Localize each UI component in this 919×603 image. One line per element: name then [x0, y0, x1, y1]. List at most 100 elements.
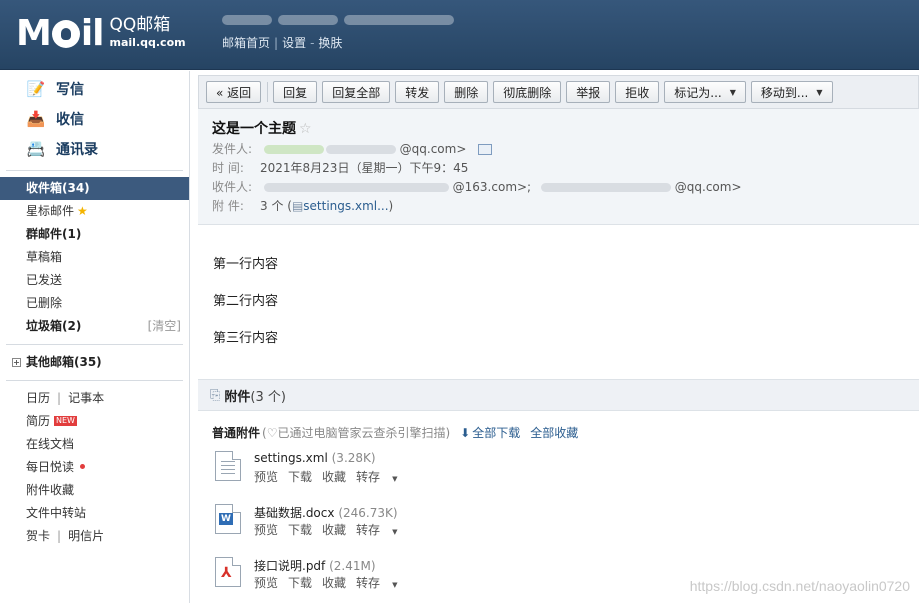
sidebar-item-sent[interactable]: 已发送: [0, 269, 189, 292]
attachment-label: 附 件:: [212, 199, 244, 213]
to-address-2[interactable]: @qq.com>: [675, 180, 742, 194]
attachment-item: W 基础数据.docx (246.73K) 预览 下载 收藏 转存 ▼: [212, 500, 905, 550]
preview-link[interactable]: 预览: [254, 523, 278, 537]
mail-home-link[interactable]: 邮箱首页: [222, 36, 270, 50]
file-name-text: 接口说明.pdf: [254, 559, 326, 573]
sidebar-item-transfer[interactable]: 文件中转站: [0, 502, 189, 525]
mail-toolbar: « 返回 回复 回复全部 转发 删除 彻底删除 举报 拒收 标记为... ▼ 移动…: [198, 75, 919, 109]
file-name[interactable]: settings.xml (3.28K): [254, 451, 376, 465]
file-size: (246.73K): [338, 506, 398, 520]
mark-as-dropdown[interactable]: 标记为... ▼: [664, 81, 746, 103]
sidebar-item-other[interactable]: + 其他邮箱(35): [0, 351, 189, 374]
move-to-dropdown[interactable]: 移动到... ▼: [750, 81, 833, 103]
chevron-down-icon: ▼: [392, 581, 398, 589]
sidebar-item-drafts[interactable]: 草稿箱: [0, 246, 189, 269]
time-label: 时 间:: [212, 161, 244, 175]
file-size: (2.41M): [329, 559, 376, 573]
download-all-label: 全部下载: [472, 425, 521, 440]
save-to-link[interactable]: 转存 ▼: [356, 523, 397, 537]
save-all-link[interactable]: 全部收藏: [530, 424, 578, 441]
contacts-button[interactable]: 📇 通讯录: [0, 134, 189, 164]
save-to-link[interactable]: 转存 ▼: [356, 470, 397, 484]
download-link[interactable]: 下载: [288, 576, 312, 590]
inbox-icon: 📥: [26, 110, 46, 128]
favorite-link[interactable]: 收藏: [322, 523, 346, 537]
delete-button[interactable]: 删除: [444, 81, 489, 103]
file-name[interactable]: 基础数据.docx (246.73K): [254, 504, 398, 521]
qqmail-logo[interactable]: Mil QQ邮箱 mail.qq.com: [16, 14, 186, 54]
xml-file-icon: [215, 451, 241, 481]
save-to-link[interactable]: 转存 ▼: [356, 576, 397, 590]
sidebar-item-daily[interactable]: 每日悦读: [0, 456, 189, 479]
favorite-link[interactable]: 收藏: [322, 576, 346, 590]
calendar-link[interactable]: 日历: [26, 391, 50, 405]
starred-label: 星标邮件: [26, 204, 75, 218]
to-address-1[interactable]: @163.com>;: [453, 180, 531, 194]
chevron-down-icon: ▼: [392, 528, 398, 536]
save-to-label: 转存: [356, 470, 381, 484]
back-button[interactable]: « 返回: [206, 81, 262, 103]
attachment-close: ): [388, 199, 394, 213]
pipe: |: [57, 529, 62, 543]
from-address[interactable]: @qq.com>: [400, 142, 467, 156]
chevron-down-icon: ▼: [729, 87, 736, 97]
file-name-text: settings.xml: [254, 451, 328, 465]
file-name[interactable]: 接口说明.pdf (2.41M): [254, 557, 376, 574]
sidebar-item-inbox[interactable]: 收件箱(34): [0, 177, 189, 200]
sidebar-item-resume[interactable]: 简历 NEW: [0, 410, 189, 433]
download-link[interactable]: 下载: [288, 470, 312, 484]
preview-link[interactable]: 预览: [254, 576, 278, 590]
reply-button[interactable]: 回复: [273, 81, 318, 103]
sidebar-item-docs[interactable]: 在线文档: [0, 433, 189, 456]
expand-icon[interactable]: +: [12, 358, 21, 367]
contacts-icon: 📇: [26, 140, 46, 158]
compose-button[interactable]: 📝 写信: [0, 74, 189, 104]
sidebar-item-group[interactable]: 群邮件(1): [0, 223, 189, 246]
redacted: [263, 183, 449, 192]
report-button[interactable]: 举报: [566, 81, 611, 103]
star-outline-icon[interactable]: ☆: [299, 121, 312, 137]
mail-reader: « 返回 回复 回复全部 转发 删除 彻底删除 举报 拒收 标记为... ▼ 移动…: [198, 75, 919, 603]
contacts-label: 通讯录: [56, 142, 98, 158]
save-to-label: 转存: [356, 523, 381, 537]
sidebar-item-deleted[interactable]: 已删除: [0, 292, 189, 315]
settings-link[interactable]: 设置: [282, 36, 306, 50]
attachment-link[interactable]: settings.xml...: [303, 199, 388, 213]
mark-as-label: 标记为...: [674, 85, 722, 100]
contact-card-icon[interactable]: [478, 144, 493, 155]
file-name-text: 基础数据.docx: [254, 506, 335, 520]
clear-spam-link[interactable]: [清空]: [148, 315, 181, 338]
logo-mark: Mil: [16, 13, 105, 54]
attachment-bar: ⎘ 附件 (3 个): [198, 379, 919, 411]
attachment-row: 附 件: 3 个 (▤settings.xml...): [212, 197, 905, 216]
preview-link[interactable]: 预览: [254, 470, 278, 484]
sidebar-item-spam[interactable]: 垃圾箱(2) [清空]: [0, 315, 189, 338]
sidebar-item-starred[interactable]: 星标邮件 ★: [0, 200, 189, 223]
card-link[interactable]: 贺卡: [26, 529, 50, 543]
sidebar-item-attach-fav[interactable]: 附件收藏: [0, 479, 189, 502]
download-all-link[interactable]: ⬇ 全部下载: [460, 424, 520, 441]
user-box: 邮箱首页 | 设置 - 换肤: [222, 14, 472, 51]
delete-permanently-button[interactable]: 彻底删除: [493, 81, 562, 103]
favorite-link[interactable]: 收藏: [322, 470, 346, 484]
receive-button[interactable]: 📥 收信: [0, 104, 189, 134]
bell-icon: [51, 20, 80, 48]
change-skin-link[interactable]: 换肤: [318, 36, 342, 50]
pipe: |: [57, 391, 62, 405]
reject-button[interactable]: 拒收: [615, 81, 660, 103]
daily-label: 每日悦读: [26, 460, 75, 474]
notes-link[interactable]: 记事本: [68, 391, 104, 405]
sidebar: 📝 写信 📥 收信 📇 通讯录 收件箱(34) 星标邮件 ★ 群邮件(1) 草稿箱 已发…: [0, 71, 190, 603]
scan-note: (♡已通过电脑管家云查杀引擎扫描): [262, 425, 451, 440]
chevron-down-icon: ▼: [816, 87, 823, 97]
download-link[interactable]: 下载: [288, 523, 312, 537]
logo-brand: QQ邮箱 mail.qq.com: [110, 17, 186, 51]
unread-dot: [80, 464, 86, 469]
redacted: [263, 145, 324, 154]
from-row: 发件人: @qq.com>: [212, 140, 905, 159]
reply-all-button[interactable]: 回复全部: [322, 81, 391, 103]
forward-button[interactable]: 转发: [395, 81, 440, 103]
postcard-link[interactable]: 明信片: [68, 529, 104, 543]
new-badge: NEW: [54, 416, 77, 426]
attachment-section: 普通附件 (♡已通过电脑管家云查杀引擎扫描) ⬇ 全部下载 全部收藏 settin…: [198, 411, 919, 603]
